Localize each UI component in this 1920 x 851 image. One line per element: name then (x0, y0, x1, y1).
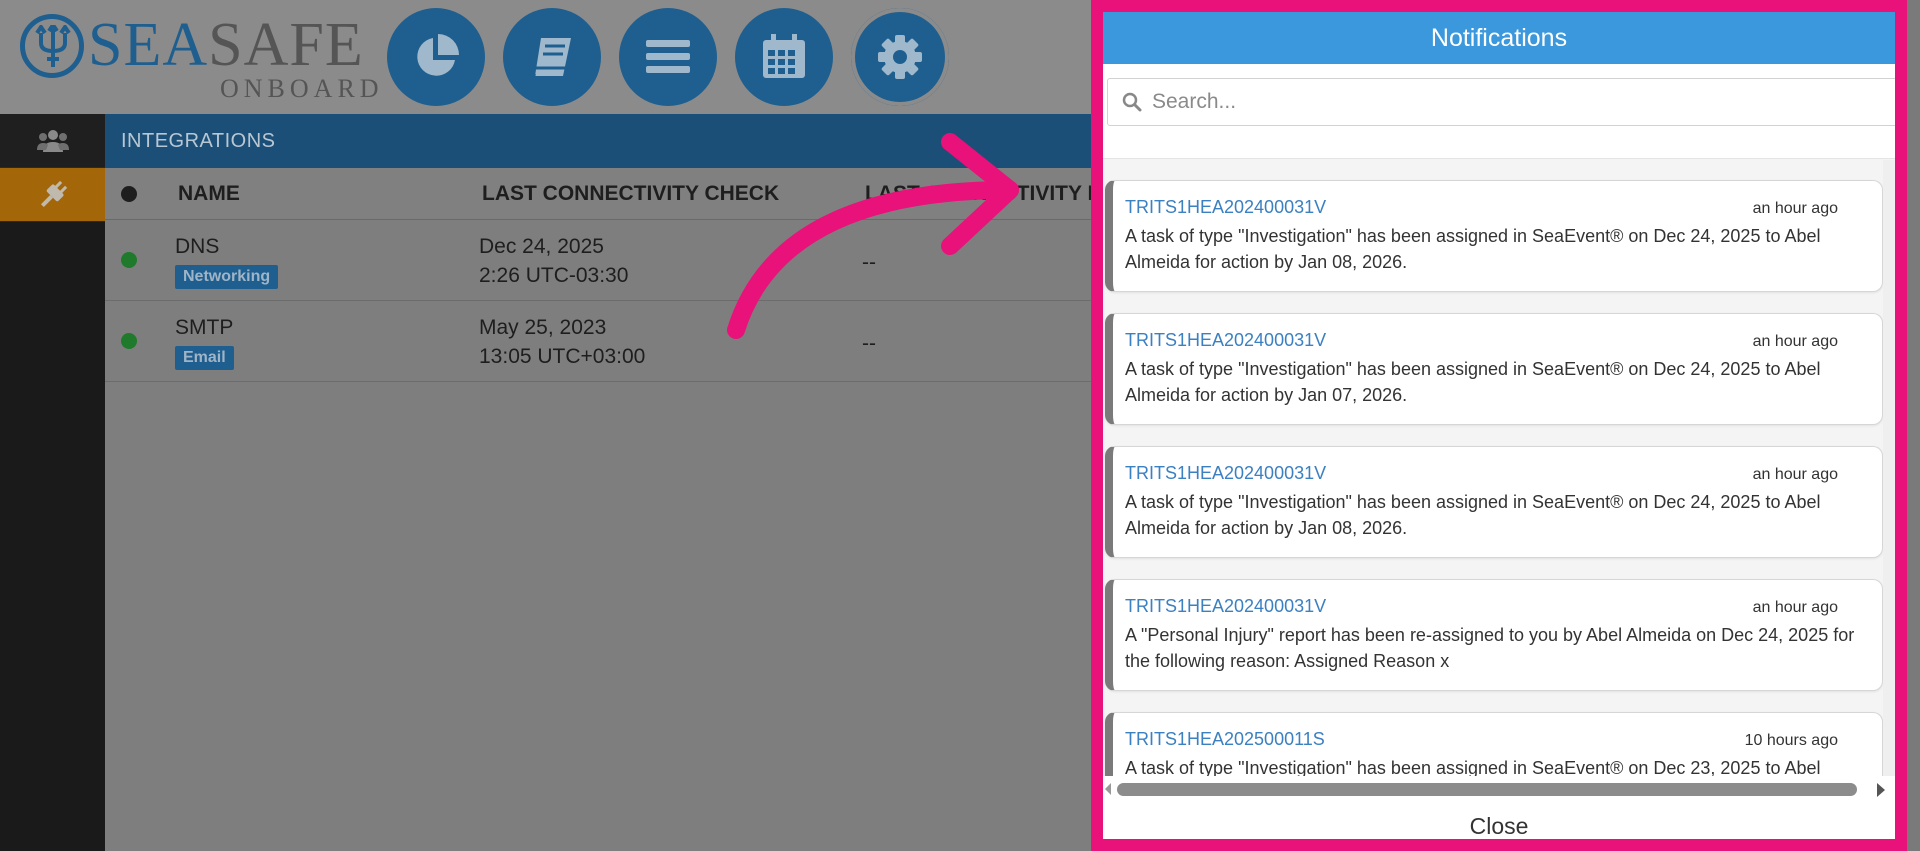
notification-card[interactable]: TRITS1HEA202400031V an hour ago A "Perso… (1105, 579, 1883, 691)
category-badge: Email (175, 346, 234, 370)
scroll-left-icon[interactable] (1105, 783, 1111, 795)
settings-button[interactable] (851, 8, 949, 106)
seasafe-logo[interactable]: SEASAFE ONBOARD (20, 10, 379, 103)
calendar-button[interactable] (735, 8, 833, 106)
search-input[interactable] (1152, 90, 1852, 114)
notification-card[interactable]: TRITS1HEA202400031V an hour ago A task o… (1105, 446, 1883, 558)
notification-card[interactable]: TRITS1HEA202400031V an hour ago A task o… (1105, 313, 1883, 425)
check-date: Dec 24, 2025 (479, 235, 604, 258)
status-ok-icon (121, 252, 137, 268)
notification-message: A task of type "Investigation" has been … (1125, 492, 1821, 538)
scrollbar-thumb[interactable] (1117, 783, 1857, 796)
notification-id-link[interactable]: TRITS1HEA202400031V (1125, 196, 1862, 218)
vertical-scrollbar[interactable] (1883, 160, 1895, 776)
plug-icon (40, 180, 67, 207)
notifications-panel: Notifications TRITS1HEA202400031V an hou… (1091, 0, 1907, 851)
search-bar (1103, 64, 1895, 159)
check-time: 13:05 UTC+03:00 (479, 345, 646, 368)
book-icon (531, 38, 571, 78)
dashboard-button[interactable] (387, 8, 485, 106)
sidebar-item-integrations[interactable] (0, 168, 105, 222)
last-check-cell: Dec 24, 2025 2:26 UTC-03:30 (479, 232, 628, 290)
close-button[interactable]: Close (1103, 802, 1895, 839)
notification-card[interactable]: TRITS1HEA202500011S 10 hours ago A task … (1105, 712, 1883, 782)
notification-message: A "Personal Injury" report has been re-a… (1125, 625, 1855, 671)
notification-message: A task of type "Investigation" has been … (1125, 359, 1821, 405)
menu-icon (646, 40, 690, 73)
pie-chart-icon (417, 34, 459, 76)
calendar-icon (763, 34, 805, 78)
name-column-header[interactable]: NAME (178, 168, 240, 220)
check-date: May 25, 2023 (479, 316, 607, 339)
name-cell: SMTP Email (175, 313, 234, 370)
name-cell: DNS Networking (175, 232, 279, 289)
scroll-right-icon[interactable] (1877, 783, 1885, 797)
gear-icon (878, 35, 922, 79)
notification-time: an hour ago (1752, 599, 1838, 616)
menu-button[interactable] (619, 8, 717, 106)
horizontal-scrollbar[interactable] (1103, 776, 1895, 802)
logbook-button[interactable] (503, 8, 601, 106)
integration-name: DNS (175, 235, 220, 258)
logo-subtitle: ONBOARD (220, 74, 384, 103)
notification-time: an hour ago (1752, 200, 1838, 217)
users-icon (36, 129, 69, 152)
notification-message: A task of type "Investigation" has been … (1125, 226, 1821, 272)
notification-id-link[interactable]: TRITS1HEA202400031V (1125, 595, 1862, 617)
notification-time: an hour ago (1752, 333, 1838, 350)
category-badge: Networking (175, 265, 279, 289)
notification-id-link[interactable]: TRITS1HEA202400031V (1125, 329, 1862, 351)
search-box[interactable] (1107, 78, 1895, 126)
notification-card[interactable]: TRITS1HEA202400031V an hour ago A task o… (1105, 180, 1883, 292)
last-check-cell: May 25, 2023 13:05 UTC+03:00 (479, 313, 645, 371)
notifications-list[interactable]: TRITS1HEA202400031V an hour ago A task o… (1103, 160, 1895, 782)
sidebar (0, 114, 105, 851)
app-root: SEASAFE ONBOARD INTEGRATIONS NAME LAST C… (0, 0, 1920, 851)
notification-time: an hour ago (1752, 466, 1838, 483)
trident-logo-icon (20, 14, 84, 78)
annotation-arrow-icon (727, 133, 1019, 339)
logo-wordmark: SEASAFE (88, 11, 364, 79)
notification-id-link[interactable]: TRITS1HEA202400031V (1125, 462, 1862, 484)
check-time: 2:26 UTC-03:30 (479, 264, 629, 287)
sidebar-item-users[interactable] (0, 114, 105, 168)
status-column-header[interactable] (121, 168, 137, 220)
panel-title: Notifications (1103, 12, 1895, 64)
integration-name: SMTP (175, 316, 234, 339)
status-dot-icon (121, 186, 137, 202)
search-icon (1122, 92, 1142, 112)
notification-time: 10 hours ago (1744, 732, 1838, 749)
page-edge (1907, 0, 1920, 851)
status-ok-icon (121, 333, 137, 349)
